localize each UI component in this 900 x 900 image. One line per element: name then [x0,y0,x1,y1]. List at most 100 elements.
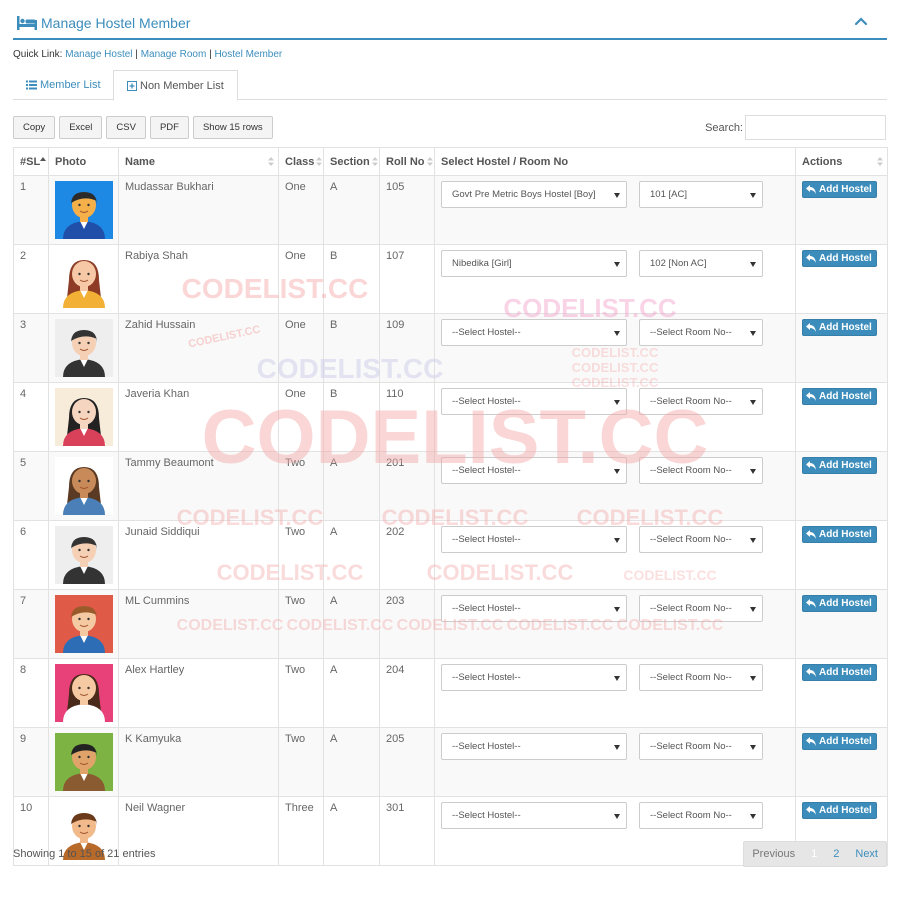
hostel-select-value: Nibedika [Girl] [452,258,512,269]
show-rows-button[interactable]: Show 15 rows [192,116,273,139]
add-hostel-button[interactable]: Add Hostel [802,388,877,405]
room-select[interactable]: 102 [Non AC] [639,250,763,277]
next-page-button[interactable]: Next [847,842,886,866]
room-select-value: --Select Room No-- [650,534,732,545]
hostel-select-value: --Select Hostel-- [452,603,521,614]
tab-non-member-list[interactable]: Non Member List [113,70,238,101]
room-select[interactable]: --Select Room No-- [639,526,763,553]
add-hostel-button[interactable]: Add Hostel [802,664,877,681]
page-1-button[interactable]: 1 [803,842,825,866]
avatar [48,520,119,590]
add-hostel-button[interactable]: Add Hostel [802,526,877,543]
tab-member-list[interactable]: Member List [13,70,114,100]
add-hostel-button[interactable]: Add Hostel [802,319,877,336]
room-select[interactable]: --Select Room No-- [639,457,763,484]
search-box: Search: [705,115,886,140]
cell-section: A [323,451,380,521]
column-header-hostel-room: Select Hostel / Room No [434,147,796,176]
hostel-select[interactable]: --Select Hostel-- [441,319,627,346]
column-header-sl[interactable]: #SL [13,147,49,176]
copy-button[interactable]: Copy [13,116,56,139]
bed-icon [17,16,37,30]
csv-button[interactable]: CSV [106,116,146,139]
pagination: Previous 1 2 Next [743,841,887,867]
column-header-section[interactable]: Section [323,147,380,176]
add-hostel-button[interactable]: Add Hostel [802,802,877,819]
room-select[interactable]: 101 [AC] [639,181,763,208]
cell-sl: 1 [13,175,49,245]
cell-name: Zahid Hussain [118,313,279,383]
hostel-select-value: --Select Hostel-- [452,810,521,821]
search-input[interactable] [745,115,886,140]
room-select[interactable]: --Select Room No-- [639,319,763,346]
avatar [48,313,119,383]
room-select[interactable]: --Select Room No-- [639,595,763,622]
add-hostel-button[interactable]: Add Hostel [802,595,877,612]
cell-actions: Add Hostel [795,727,888,797]
cell-actions: Add Hostel [795,313,888,383]
cell-roll-no: 110 [379,382,435,452]
column-header-class[interactable]: Class [278,147,324,176]
pdf-button[interactable]: PDF [149,116,189,139]
column-header-name[interactable]: Name [118,147,279,176]
hostel-select[interactable]: --Select Hostel-- [441,802,627,829]
add-hostel-button[interactable]: Add Hostel [802,181,877,198]
hostel-select[interactable]: --Select Hostel-- [441,733,627,760]
avatar [48,244,119,314]
quick-link-label: Quick Link: [13,49,63,60]
reply-icon [806,323,816,332]
cell-sl: 8 [13,658,49,728]
reply-icon [806,392,816,401]
sort-icon [877,157,883,166]
hostel-select[interactable]: --Select Hostel-- [441,664,627,691]
hostel-select-value: --Select Hostel-- [452,396,521,407]
cell-roll-no: 109 [379,313,435,383]
hostel-select[interactable]: Nibedika [Girl] [441,250,627,277]
table-row: 2 Rabiya Shah One B 107 Nibedika [Girl] … [13,244,888,314]
room-select[interactable]: --Select Room No-- [639,664,763,691]
panel-header: Manage Hostel Member [13,8,887,40]
add-hostel-button[interactable]: Add Hostel [802,457,877,474]
cell-actions: Add Hostel [795,382,888,452]
room-select[interactable]: --Select Room No-- [639,802,763,829]
previous-page-button[interactable]: Previous [744,842,803,866]
cell-roll-no: 204 [379,658,435,728]
avatar [48,589,119,659]
room-select[interactable]: --Select Room No-- [639,733,763,760]
quick-links: Quick Link: Manage Hostel | Manage Room … [13,49,282,60]
sort-icon [316,157,322,166]
cell-class: Two [278,451,324,521]
reply-icon [806,737,816,746]
column-header-roll-no[interactable]: Roll No [379,147,435,176]
avatar [48,175,119,245]
export-toolbar: Copy Excel CSV PDF Show 15 rows [13,116,273,139]
table-info: Showing 1 to 15 of 21 entries [13,848,156,860]
hostel-select[interactable]: --Select Hostel-- [441,526,627,553]
quick-link-hostel-member[interactable]: Hostel Member [214,49,282,60]
room-select[interactable]: --Select Room No-- [639,388,763,415]
cell-section: B [323,244,380,314]
room-select-value: --Select Room No-- [650,465,732,476]
hostel-select[interactable]: --Select Hostel-- [441,457,627,484]
excel-button[interactable]: Excel [59,116,103,139]
cell-class: One [278,175,324,245]
table-row: 8 Alex Hartley Two A 204 --Select Hostel… [13,658,888,728]
quick-link-manage-room[interactable]: Manage Room [141,49,207,60]
hostel-select[interactable]: --Select Hostel-- [441,595,627,622]
page-2-button[interactable]: 2 [825,842,847,866]
cell-class: Two [278,589,324,659]
add-hostel-button[interactable]: Add Hostel [802,250,877,267]
cell-hostel-room: --Select Hostel-- --Select Room No-- [434,520,796,590]
column-header-actions[interactable]: Actions [795,147,888,176]
hostel-select[interactable]: Govt Pre Metric Boys Hostel [Boy] [441,181,627,208]
quick-link-manage-hostel[interactable]: Manage Hostel [65,49,132,60]
room-select-value: --Select Room No-- [650,603,732,614]
hostel-select[interactable]: --Select Hostel-- [441,388,627,415]
cell-sl: 9 [13,727,49,797]
chevron-up-icon[interactable] [853,14,869,30]
add-hostel-button[interactable]: Add Hostel [802,733,877,750]
table-row: 6 Junaid Siddiqui Two A 202 --Select Hos… [13,520,888,590]
room-select-value: --Select Room No-- [650,396,732,407]
cell-class: Two [278,658,324,728]
avatar [48,382,119,452]
